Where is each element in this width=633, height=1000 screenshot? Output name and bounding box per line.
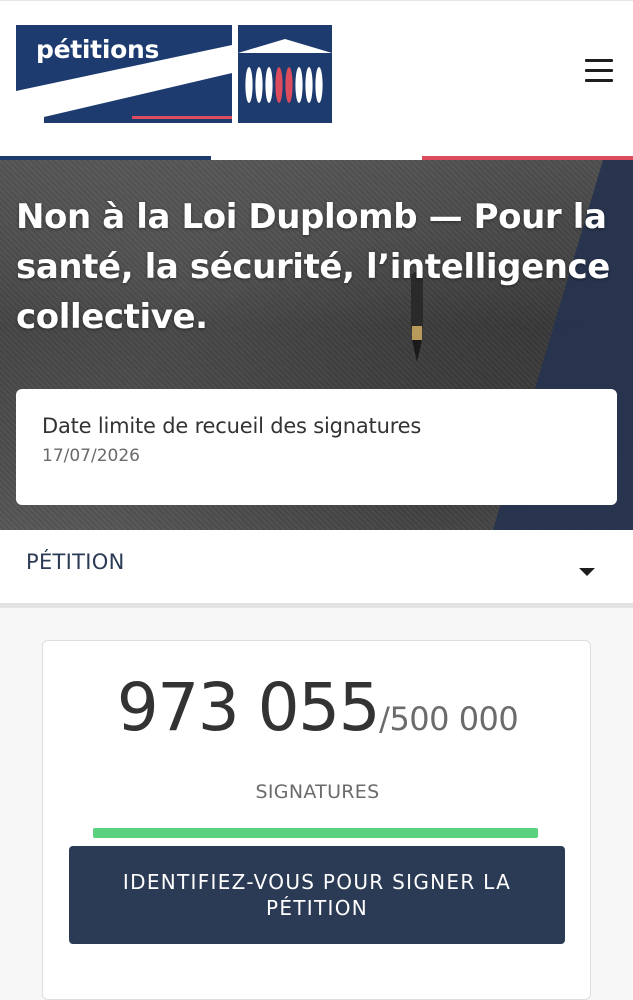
deadline-card: Date limite de recueil des signatures 17…	[16, 389, 617, 505]
site-header: pétitions	[0, 0, 633, 161]
signature-count-line: 973 055/500 000	[43, 669, 592, 746]
petition-title: Non à la Loi Duplomb — Pour la santé, la…	[16, 197, 610, 337]
sign-petition-button[interactable]: IDENTIFIEZ-VOUS POUR SIGNER LA PÉTITION	[69, 846, 565, 944]
petition-body: 973 055/500 000 SIGNATURES IDENTIFIEZ-VO…	[0, 608, 633, 1000]
hero-banner: Non à la Loi Duplomb — Pour la santé, la…	[0, 160, 633, 530]
deadline-date: 17/07/2026	[42, 446, 140, 466]
signature-card: 973 055/500 000 SIGNATURES IDENTIFIEZ-VO…	[42, 640, 591, 1000]
hamburger-menu-icon[interactable]	[585, 59, 615, 87]
signature-progress-fill	[93, 828, 538, 838]
caret-down-icon	[579, 568, 595, 576]
signatures-label: SIGNATURES	[255, 781, 380, 803]
logo-text: pétitions	[36, 35, 160, 64]
petitions-logo[interactable]: pétitions	[16, 25, 332, 123]
deadline-label: Date limite de recueil des signatures	[42, 414, 422, 438]
signature-progress-bar	[93, 828, 538, 838]
signature-count: 973 055	[116, 669, 381, 746]
section-label: PÉTITION	[26, 550, 125, 574]
signature-goal: /500 000	[379, 700, 519, 738]
petition-section-toggle[interactable]: PÉTITION	[0, 530, 633, 603]
